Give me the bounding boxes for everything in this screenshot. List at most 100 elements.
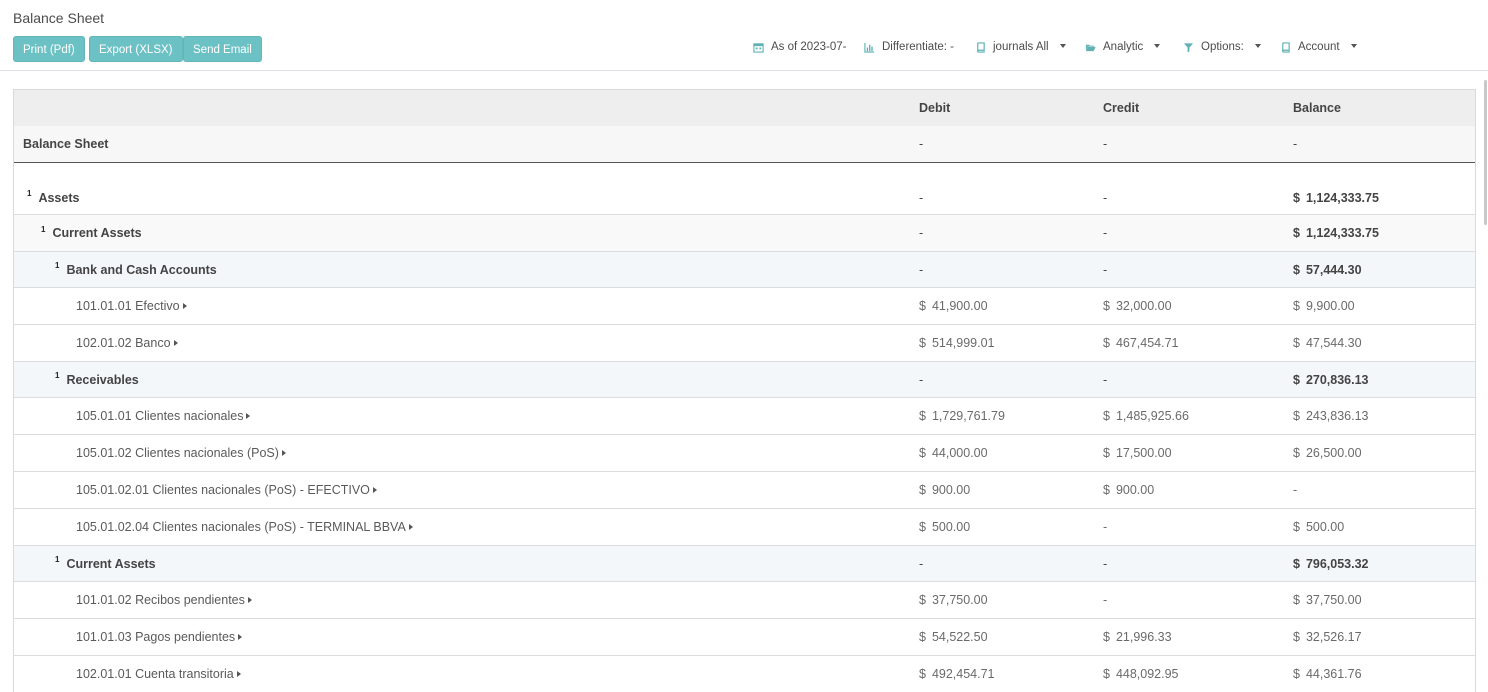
debit-value: 54,522.50 (931, 630, 988, 644)
currency-symbol: $ (1293, 446, 1300, 460)
credit-value: 21,996.33 (1115, 630, 1172, 644)
balance-cell: $243,836.13 (1293, 398, 1369, 434)
account-name[interactable]: 101.01.03 Pagos pendientes (76, 619, 243, 655)
credit-value: 900.00 (1115, 483, 1155, 497)
debit-value: 37,750.00 (931, 593, 988, 607)
account-name[interactable]: 102.01.02 Banco (76, 325, 178, 361)
section-row[interactable]: 1 Bank and Cash Accounts - - $57,444.30 (14, 252, 1475, 288)
caret-right-icon[interactable] (173, 340, 178, 346)
balance-value: 32,526.17 (1305, 630, 1362, 644)
balance-cell: $44,361.76 (1293, 656, 1362, 692)
fold-toggle-icon[interactable]: 1 (41, 225, 45, 234)
account-name[interactable]: 102.01.01 Cuenta transitoria (76, 656, 241, 692)
account-row[interactable]: 105.01.02 Clientes nacionales (PoS) $44,0… (14, 435, 1475, 472)
currency-symbol: $ (1293, 336, 1300, 350)
account-name[interactable]: 105.01.02 Clientes nacionales (PoS) (76, 435, 286, 471)
debit-cell: - (919, 252, 923, 287)
account-filter[interactable]: Account (1280, 41, 1357, 53)
balance-value: 1,124,333.75 (1305, 190, 1379, 205)
journals-filter[interactable]: journals All (975, 41, 1066, 53)
options-filter[interactable]: Options: (1183, 41, 1261, 53)
account-row[interactable]: 105.01.02.01 Clientes nacionales (PoS) -… (14, 472, 1475, 509)
credit-cell: - (1103, 362, 1107, 397)
currency-symbol: $ (1103, 446, 1110, 460)
caret-right-icon[interactable] (247, 597, 252, 603)
credit-cell: - (1103, 582, 1107, 618)
analytic-filter[interactable]: Analytic (1085, 41, 1161, 53)
credit-cell: - (1103, 215, 1107, 251)
debit-value: - (919, 372, 924, 387)
section-name[interactable]: 1 Current Assets (55, 546, 156, 581)
credit-value: 1,485,925.66 (1115, 409, 1189, 423)
section-row[interactable]: 1 Receivables - - $270,836.13 (14, 362, 1475, 398)
account-row[interactable]: 101.01.03 Pagos pendientes $54,522.50 $21,… (14, 619, 1475, 656)
scrollbar[interactable] (1484, 80, 1487, 225)
caret-right-icon[interactable] (281, 450, 286, 456)
debit-value: - (919, 556, 924, 571)
row-label: 102.01.01 Cuenta transitoria (76, 667, 234, 681)
section-row[interactable]: 1 Current Assets - - $796,053.32 (14, 546, 1475, 582)
account-name[interactable]: 105.01.01 Clientes nacionales (76, 398, 251, 434)
control-panel: Balance Sheet Print (Pdf) Export (XLSX) … (0, 0, 1488, 71)
row-label: 105.01.02 Clientes nacionales (PoS) (76, 446, 279, 460)
currency-symbol: $ (1293, 372, 1300, 387)
caret-right-icon[interactable] (246, 413, 251, 419)
balance-cell: $500.00 (1293, 509, 1344, 545)
fold-toggle-icon[interactable]: 1 (55, 555, 59, 564)
account-filter-label: Account (1298, 41, 1340, 53)
caret-right-icon[interactable] (236, 671, 241, 677)
book-icon (977, 41, 985, 53)
caret-right-icon[interactable] (408, 524, 413, 530)
section-name[interactable]: 1 Receivables (55, 362, 139, 397)
balance-cell: $270,836.13 (1293, 362, 1369, 397)
currency-symbol: $ (1293, 190, 1300, 205)
currency-symbol: $ (1293, 520, 1300, 534)
fold-toggle-icon[interactable]: 1 (55, 371, 59, 380)
page-title: Balance Sheet (13, 10, 105, 26)
section-name[interactable]: 1 Bank and Cash Accounts (55, 252, 217, 287)
calendar-icon (753, 42, 764, 53)
filter-icon (1183, 42, 1194, 52)
row-label: 101.01.02 Recibos pendientes (76, 593, 245, 607)
fold-toggle-icon[interactable]: 1 (55, 261, 59, 270)
currency-symbol: $ (1103, 299, 1110, 313)
account-name[interactable]: 101.01.02 Recibos pendientes (76, 582, 252, 618)
account-name[interactable]: 105.01.02.04 Clientes nacionales (PoS) -… (76, 509, 413, 545)
balance-cell: $26,500.00 (1293, 435, 1362, 471)
title-balance: - (1293, 137, 1298, 151)
account-row[interactable]: 105.01.02.04 Clientes nacionales (PoS) -… (14, 509, 1475, 546)
account-row[interactable]: 101.01.02 Recibos pendientes $37,750.00 - $… (14, 582, 1475, 619)
debit-value: - (919, 226, 924, 240)
section-row[interactable]: 1 Current Assets - - $1,124,333.75 (14, 215, 1475, 252)
section-name[interactable]: 1 Current Assets (41, 215, 142, 251)
row-label: Current Assets (66, 556, 156, 571)
credit-cell: $1,485,925.66 (1103, 398, 1189, 434)
account-name[interactable]: 105.01.02.01 Clientes nacionales (PoS) -… (76, 472, 377, 508)
balance-cell: $9,900.00 (1293, 288, 1355, 324)
currency-symbol: $ (919, 520, 926, 534)
row-label: Receivables (66, 372, 139, 387)
caret-right-icon[interactable] (182, 303, 187, 309)
currency-symbol: $ (1103, 630, 1110, 644)
caret-right-icon[interactable] (372, 487, 377, 493)
account-row[interactable]: 102.01.02 Banco $514,999.01 $467,454.71 $47… (14, 325, 1475, 362)
caret-right-icon[interactable] (238, 634, 243, 640)
title-credit: - (1103, 137, 1108, 151)
balance-value: 9,900.00 (1305, 299, 1355, 313)
section-row[interactable]: 1 Assets - - $1,124,333.75 (14, 163, 1475, 215)
date-filter[interactable]: As of 2023-07- (753, 41, 846, 53)
account-row[interactable]: 105.01.01 Clientes nacionales $1,729,761.… (14, 398, 1475, 435)
differentiate-filter[interactable]: Differentiate: - (864, 41, 954, 53)
balance-value: 1,124,333.75 (1305, 226, 1379, 240)
fold-toggle-icon[interactable]: 1 (27, 189, 31, 198)
credit-value: 448,092.95 (1115, 667, 1179, 681)
account-name[interactable]: 101.01.01 Efectivo (76, 288, 187, 324)
debit-cell: $492,454.71 (919, 656, 995, 692)
row-label: 105.01.01 Clientes nacionales (76, 409, 244, 423)
account-row[interactable]: 101.01.01 Efectivo $41,900.00 $32,000.00 $9… (14, 288, 1475, 325)
row-label: 102.01.02 Banco (76, 336, 171, 350)
bar-chart-icon (864, 42, 875, 53)
account-row[interactable]: 102.01.01 Cuenta transitoria $492,454.71 $… (14, 656, 1475, 692)
row-label: Assets (38, 190, 80, 205)
section-name[interactable]: 1 Assets (27, 163, 79, 214)
